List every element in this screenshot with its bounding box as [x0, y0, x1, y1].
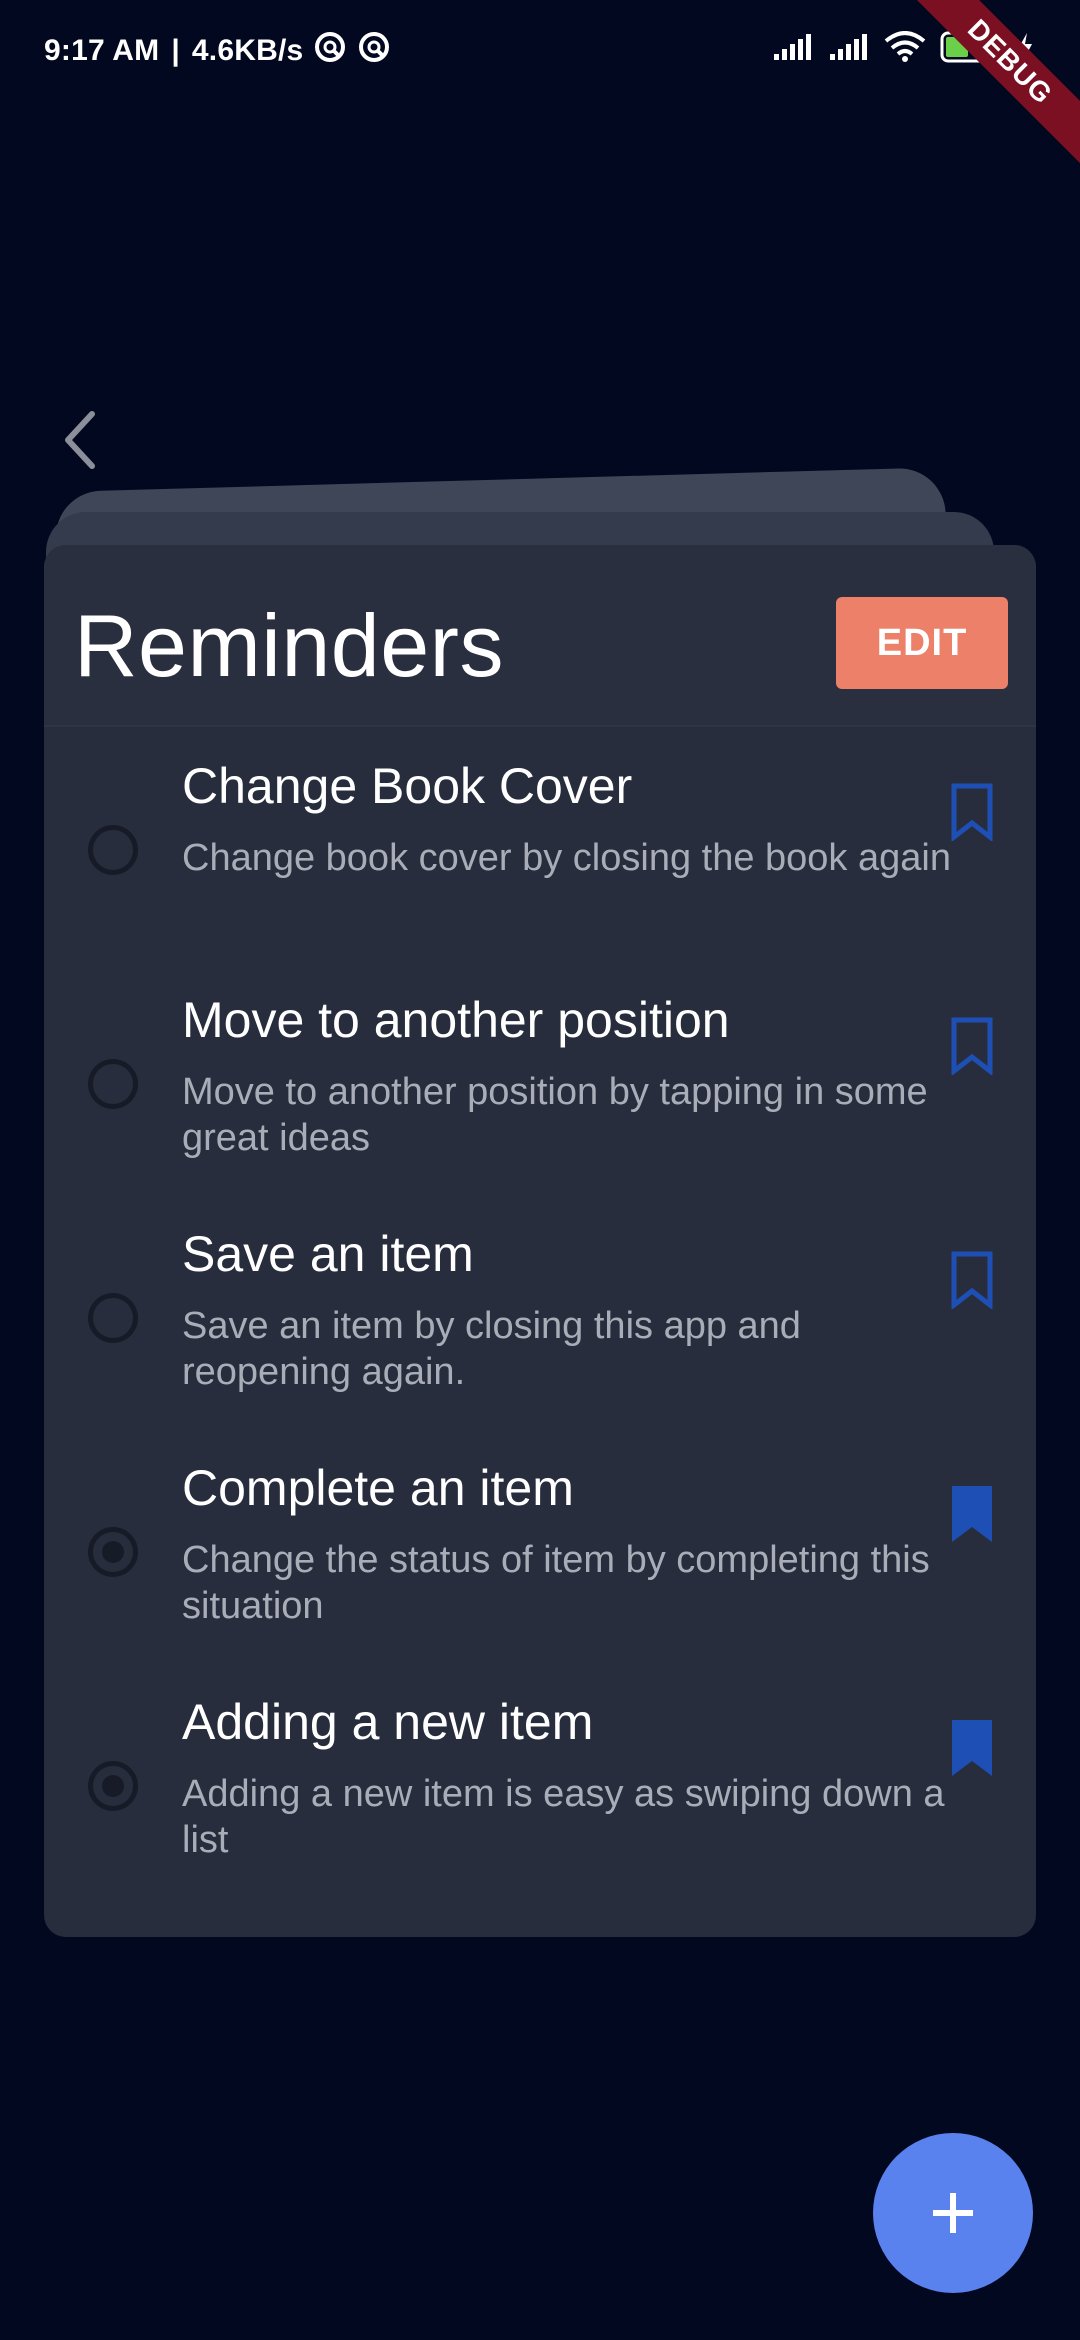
- reminders-card: Reminders EDIT Change Book Cover Change …: [44, 545, 1036, 1937]
- signal-icon: [772, 32, 814, 67]
- bookmark-filled-icon[interactable]: [950, 1719, 994, 1777]
- item-title: Complete an item: [182, 1460, 574, 1516]
- status-separator: |: [171, 34, 180, 67]
- status-bar: 9:17 AM | 4.6KB/s DEBUG: [0, 0, 1080, 170]
- sync-icon: [313, 30, 347, 72]
- list-item[interactable]: Complete an item Change the status of it…: [44, 1437, 1036, 1671]
- item-title: Move to another position: [182, 992, 730, 1048]
- list-item[interactable]: Move to another position Move to another…: [44, 969, 1036, 1203]
- list-item[interactable]: Save an item Save an item by closing thi…: [44, 1203, 1036, 1437]
- item-description: Change the status of item by completing …: [182, 1539, 930, 1627]
- edit-button[interactable]: EDIT: [836, 597, 1008, 689]
- debug-ribbon: DEBUG: [902, 0, 1080, 170]
- radio-checked-icon[interactable]: [88, 1527, 138, 1577]
- radio-unchecked-icon[interactable]: [88, 1059, 138, 1109]
- list-item[interactable]: Change Book Cover Change book cover by c…: [44, 735, 1036, 969]
- item-description: Save an item by closing this app and reo…: [182, 1305, 801, 1393]
- bookmark-filled-icon[interactable]: [950, 1485, 994, 1543]
- bookmark-outline-icon[interactable]: [950, 783, 994, 841]
- item-description: Adding a new item is easy as swiping dow…: [182, 1773, 945, 1861]
- reminders-list: Change Book Cover Change book cover by c…: [44, 735, 1036, 1905]
- wifi-icon: [884, 31, 926, 68]
- back-button[interactable]: [50, 405, 110, 475]
- radio-checked-icon[interactable]: [88, 1761, 138, 1811]
- card-header: Reminders EDIT: [44, 545, 1036, 727]
- bookmark-outline-icon[interactable]: [950, 1251, 994, 1309]
- status-network-speed: 4.6KB/s: [191, 34, 304, 67]
- sync-icon-2: [357, 30, 391, 72]
- signal-icon-2: [828, 32, 870, 67]
- add-reminder-button[interactable]: [873, 2133, 1033, 2293]
- list-item[interactable]: Adding a new item Adding a new item is e…: [44, 1671, 1036, 1905]
- page-title: Reminders: [74, 596, 504, 695]
- item-description: Change book cover by closing the book ag…: [182, 837, 951, 879]
- item-title: Save an item: [182, 1226, 474, 1282]
- status-left: 9:17 AM | 4.6KB/s: [44, 30, 391, 72]
- status-time: 9:17 AM: [44, 34, 160, 67]
- radio-unchecked-icon[interactable]: [88, 825, 138, 875]
- plus-icon: [933, 2193, 973, 2233]
- chevron-left-icon: [65, 411, 95, 469]
- item-title: Adding a new item: [182, 1694, 594, 1750]
- radio-unchecked-icon[interactable]: [88, 1293, 138, 1343]
- item-description: Move to another position by tapping in s…: [182, 1071, 928, 1159]
- item-title: Change Book Cover: [182, 758, 633, 814]
- bookmark-outline-icon[interactable]: [950, 1017, 994, 1075]
